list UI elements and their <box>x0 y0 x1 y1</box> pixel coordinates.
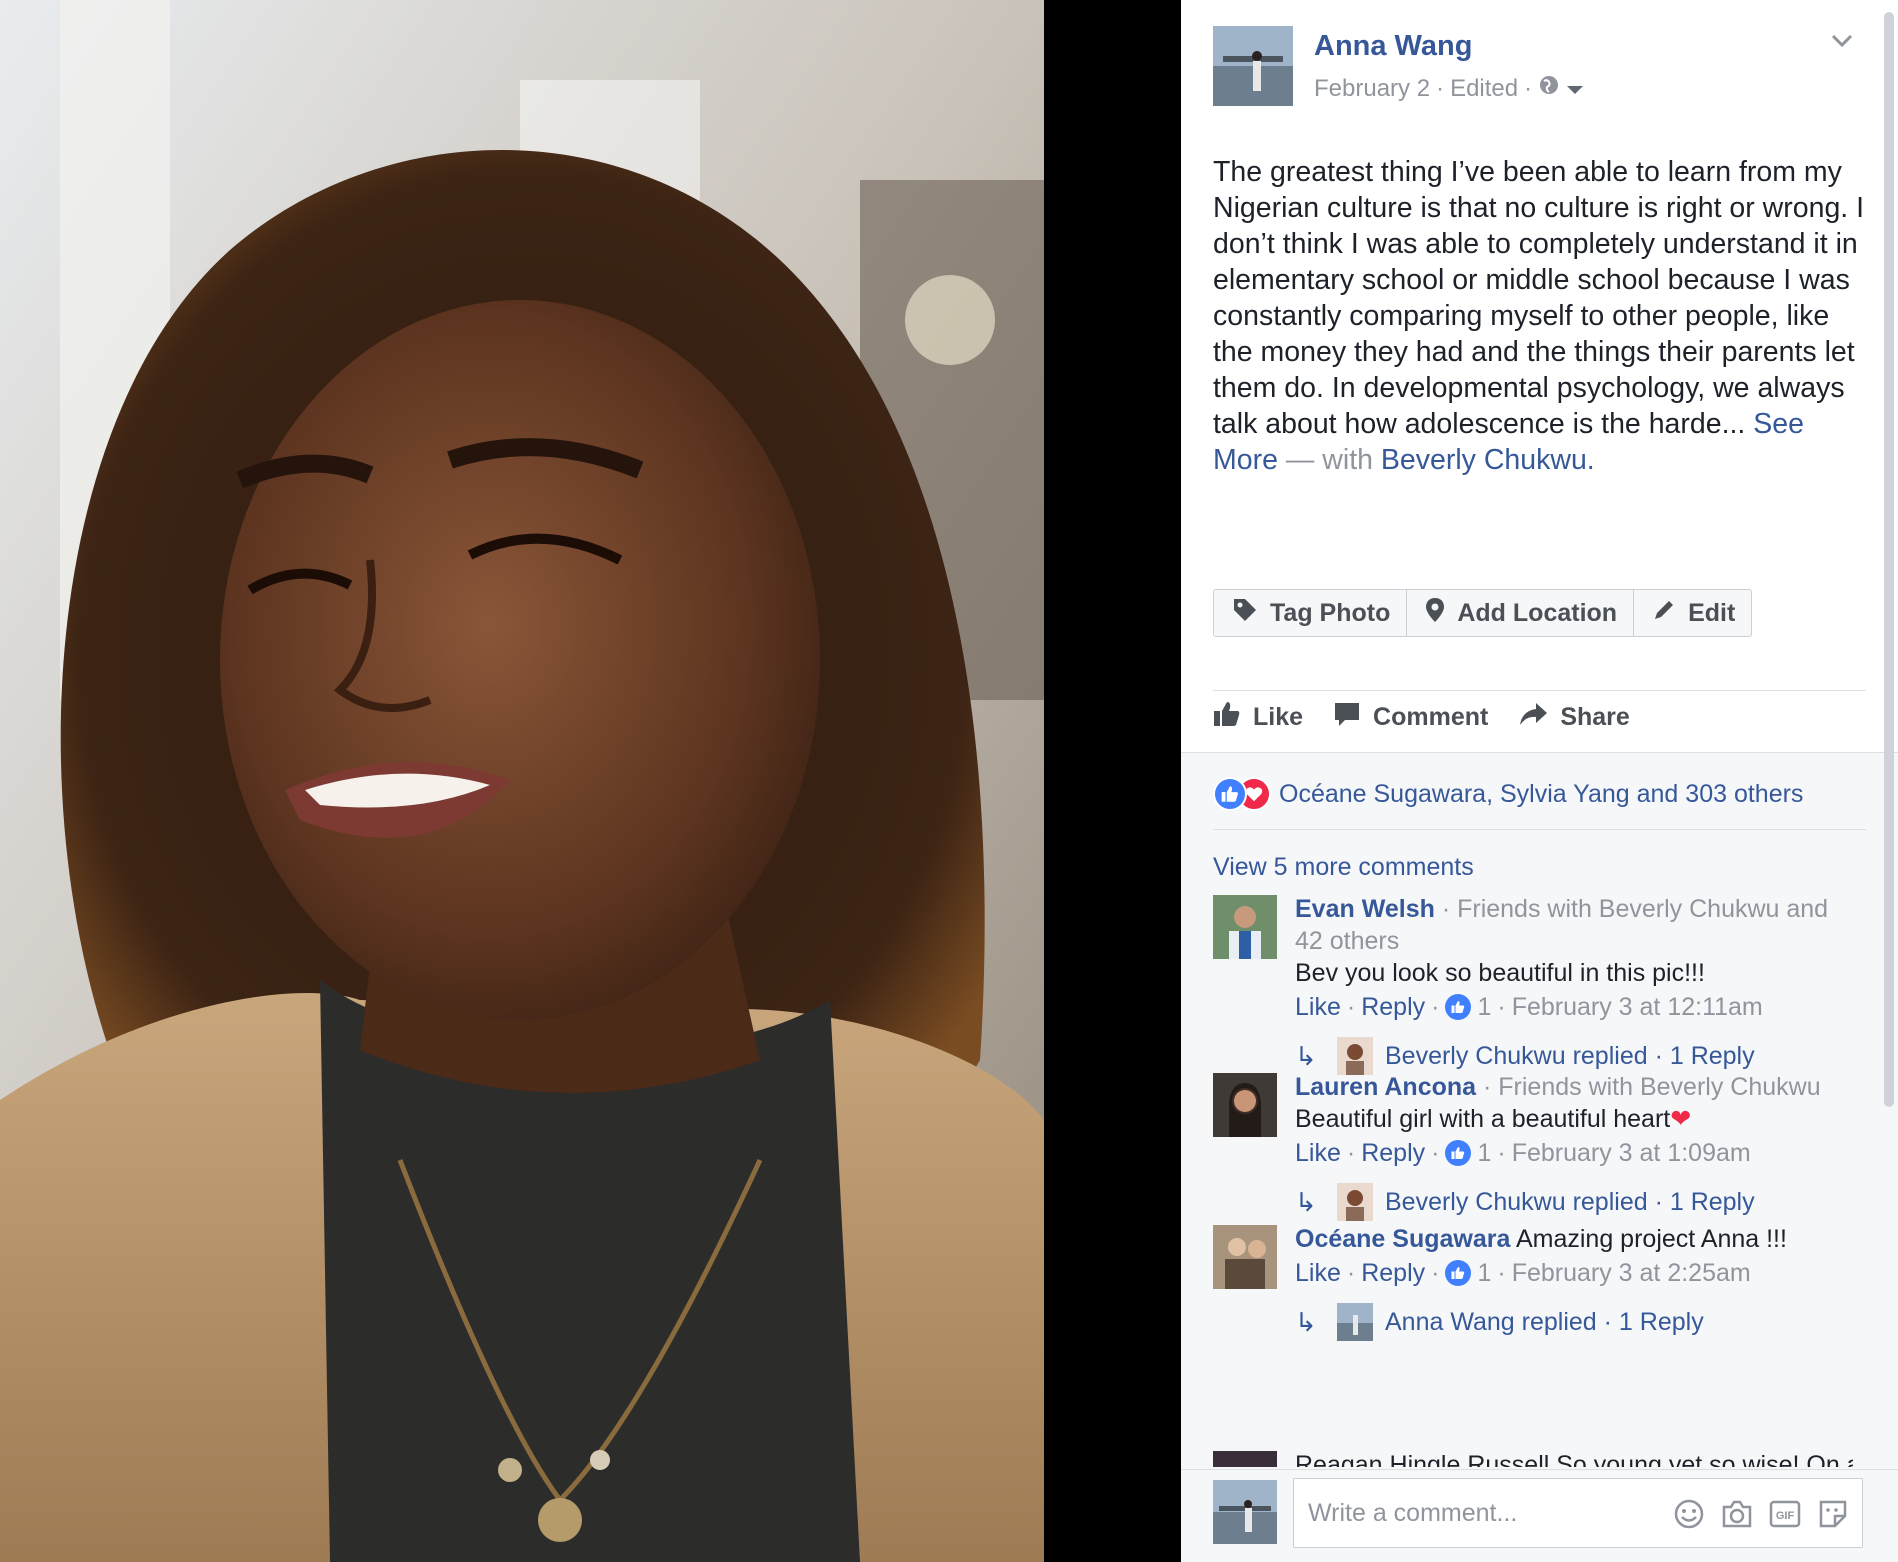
reply-arrow-icon: ↳ <box>1295 1307 1317 1337</box>
post-text: The greatest thing I’ve been able to lea… <box>1213 154 1873 478</box>
pin-icon <box>1425 597 1445 630</box>
comment-actions: Like · Reply · 1 · February 3 at 2:25am <box>1295 1255 1855 1291</box>
commenter-name[interactable]: Lauren Ancona <box>1295 1073 1476 1101</box>
comment-like-count[interactable]: 1 <box>1477 1255 1491 1291</box>
comment-action-label: Comment <box>1373 703 1489 731</box>
comments-area: Océane Sugawara, Sylvia Yang and 303 oth… <box>1181 752 1898 1562</box>
post-action-bar: Like Comment Share <box>1213 700 1630 735</box>
replies-text: Anna Wang replied · 1 Reply <box>1385 1308 1704 1336</box>
view-more-comments-link[interactable]: View 5 more comments <box>1213 853 1474 882</box>
comment-like-count[interactable]: 1 <box>1477 1135 1491 1171</box>
replies-text: Beverly Chukwu replied · 1 Reply <box>1385 1188 1755 1216</box>
comment-like-count[interactable]: 1 <box>1477 989 1491 1025</box>
reaction-icons <box>1213 777 1271 811</box>
sticker-icon[interactable] <box>1816 1497 1850 1531</box>
comment-timestamp[interactable]: February 3 at 1:09am <box>1512 1135 1751 1171</box>
camera-icon[interactable] <box>1720 1497 1754 1531</box>
thumbs-up-icon <box>1213 700 1241 735</box>
comment-like-link[interactable]: Like <box>1295 1135 1341 1171</box>
globe-icon[interactable] <box>1538 74 1560 103</box>
thumbs-up-icon <box>1445 1260 1472 1286</box>
post-photo[interactable] <box>0 0 1044 1562</box>
photo-action-buttons: Tag Photo Add Location Edit <box>1213 589 1753 637</box>
replier-avatar <box>1337 1183 1373 1221</box>
replier-avatar <box>1337 1303 1373 1341</box>
share-arrow-icon <box>1518 701 1548 734</box>
tagged-person-link[interactable]: Beverly Chukwu. <box>1381 444 1595 476</box>
audience-dropdown-icon[interactable] <box>1566 75 1584 103</box>
comment-reply-link[interactable]: Reply <box>1361 989 1425 1025</box>
like-reaction-icon <box>1213 777 1247 811</box>
comment-action[interactable]: Comment <box>1333 700 1488 735</box>
thumbs-up-icon <box>1445 994 1472 1020</box>
composer-avatar <box>1213 1480 1277 1544</box>
post-header: Anna Wang February 2 · Edited · <box>1213 26 1853 106</box>
commenter-avatar[interactable] <box>1213 895 1277 959</box>
like-action[interactable]: Like <box>1213 700 1303 735</box>
reactions-text: Océane Sugawara, Sylvia Yang and 303 oth… <box>1279 779 1804 808</box>
commenter-name[interactable]: Evan Welsh <box>1295 895 1435 923</box>
commenter-avatar[interactable] <box>1213 1451 1277 1467</box>
comment-timestamp[interactable]: February 3 at 12:11am <box>1512 989 1763 1025</box>
comment-text: Bev you look so beautiful in this pic!!! <box>1295 959 1705 987</box>
comment-placeholder: Write a comment... <box>1308 1499 1518 1527</box>
comment-reply-link[interactable]: Reply <box>1361 1135 1425 1171</box>
comment-timestamp[interactable]: February 3 at 2:25am <box>1512 1255 1751 1291</box>
speech-bubble-icon <box>1333 700 1361 735</box>
smiley-icon[interactable] <box>1672 1497 1706 1531</box>
comment-like-link[interactable]: Like <box>1295 989 1341 1025</box>
post-meta: February 2 · Edited · <box>1314 74 1584 103</box>
replies-link[interactable]: ↳ Beverly Chukwu replied · 1 Reply <box>1295 1037 1855 1075</box>
pencil-icon <box>1652 598 1676 629</box>
tag-photo-label: Tag Photo <box>1270 598 1391 627</box>
reply-arrow-icon: ↳ <box>1295 1041 1317 1071</box>
comment-like-link[interactable]: Like <box>1295 1255 1341 1291</box>
tag-icon <box>1232 597 1258 630</box>
like-action-label: Like <box>1253 703 1304 731</box>
chevron-down-icon[interactable] <box>1831 34 1853 53</box>
comment-composer: Write a comment... GIF <box>1181 1469 1898 1562</box>
divider <box>1213 690 1866 691</box>
post-side-panel: Anna Wang February 2 · Edited · The grea… <box>1181 0 1898 1562</box>
commenter-avatar[interactable] <box>1213 1073 1277 1137</box>
comment-partial: Reagan Hingle Russell So young yet so wi… <box>1213 1449 1853 1467</box>
gif-icon[interactable]: GIF <box>1768 1497 1802 1531</box>
comment-actions: Like · Reply · 1 · February 3 at 1:09am <box>1295 1135 1855 1171</box>
edited-label[interactable]: Edited <box>1450 75 1518 103</box>
photo-viewer <box>0 0 1181 1562</box>
author-name[interactable]: Anna Wang <box>1314 30 1472 63</box>
tag-photo-button[interactable]: Tag Photo <box>1214 590 1408 636</box>
edit-label: Edit <box>1688 598 1736 627</box>
add-location-button[interactable]: Add Location <box>1407 590 1635 636</box>
reactions-summary[interactable]: Océane Sugawara, Sylvia Yang and 303 oth… <box>1213 777 1803 811</box>
add-location-label: Add Location <box>1457 598 1618 627</box>
post-date[interactable]: February 2 <box>1314 75 1430 103</box>
thumbs-up-icon <box>1445 1140 1472 1166</box>
comment-text: Amazing project Anna !!! <box>1515 1225 1787 1253</box>
comment-actions: Like · Reply · 1 · February 3 at 12:11am <box>1295 989 1855 1025</box>
commenter-avatar[interactable] <box>1213 1225 1277 1289</box>
post-body: The greatest thing I’ve been able to lea… <box>1213 156 1865 440</box>
heart-emoji-icon: ❤ <box>1670 1105 1692 1133</box>
divider <box>1213 829 1866 830</box>
mutual-friends-text: · Friends with Beverly Chukwu <box>1476 1073 1821 1101</box>
replier-avatar <box>1337 1037 1373 1075</box>
reply-arrow-icon: ↳ <box>1295 1187 1317 1217</box>
commenter-name[interactable]: Océane Sugawara <box>1295 1225 1510 1253</box>
comment-text: Beautiful girl with a beautiful heart <box>1295 1105 1671 1133</box>
scrollbar[interactable] <box>1884 12 1894 1107</box>
replies-link[interactable]: ↳ Beverly Chukwu replied · 1 Reply <box>1295 1183 1855 1221</box>
edit-button[interactable]: Edit <box>1634 590 1751 636</box>
comment-input[interactable]: Write a comment... GIF <box>1293 1478 1863 1548</box>
share-action[interactable]: Share <box>1518 700 1630 735</box>
svg-text:GIF: GIF <box>1776 1510 1795 1522</box>
comment-reply-link[interactable]: Reply <box>1361 1255 1425 1291</box>
replies-text: Beverly Chukwu replied · 1 Reply <box>1385 1042 1755 1070</box>
with-label: — with <box>1285 444 1373 476</box>
replies-link[interactable]: ↳ Anna Wang replied · 1 Reply <box>1295 1303 1855 1341</box>
comment-text: Reagan Hingle Russell So young yet so wi… <box>1295 1451 1853 1467</box>
author-avatar[interactable] <box>1213 26 1293 106</box>
share-action-label: Share <box>1560 703 1630 731</box>
